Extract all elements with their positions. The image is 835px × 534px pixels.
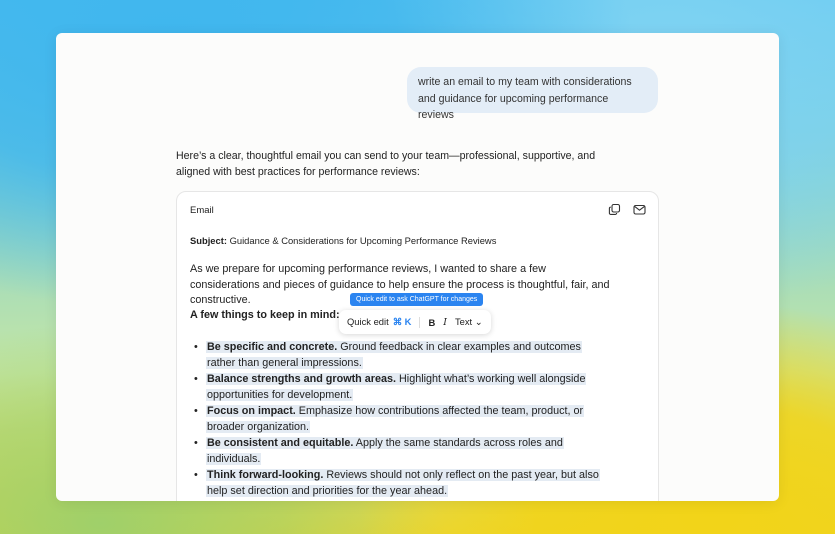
selection-toolbar: Quick edit ⌘ K B I Text ⌄ xyxy=(339,310,491,334)
chat-window: write an email to my team with considera… xyxy=(56,33,779,501)
bullet-bold-text: Be consistent and equitable. xyxy=(207,437,354,449)
assistant-intro-text: Here’s a clear, thoughtful email you can… xyxy=(176,150,596,178)
selected-text[interactable]: Balance strengths and growth areas. High… xyxy=(206,373,587,401)
user-message-text: write an email to my team with considera… xyxy=(418,76,632,121)
toolbar-divider xyxy=(419,316,421,328)
card-actions xyxy=(608,203,646,216)
quick-edit-label: Quick edit xyxy=(347,316,389,327)
bullet-bold-text: Think forward-looking. xyxy=(207,469,324,481)
selected-text[interactable]: Think forward-looking. Reviews should no… xyxy=(206,469,600,497)
list-item: Focus on impact. Emphasize how contribut… xyxy=(190,403,610,435)
bullet-bold-text: Focus on impact. xyxy=(207,405,296,417)
italic-button[interactable]: I xyxy=(443,317,447,328)
quick-edit-tooltip: Quick edit to ask ChatGPT for changes xyxy=(350,293,484,306)
bullet-bold-text: Be specific and concrete. xyxy=(207,341,338,353)
list-item: Balance strengths and growth areas. High… xyxy=(190,371,610,403)
mail-icon[interactable] xyxy=(633,203,646,216)
selected-text[interactable]: Be consistent and equitable. Apply the s… xyxy=(206,437,564,465)
email-canvas-card[interactable]: Email Subject: Guidance & Considerations… xyxy=(176,191,659,501)
list-item: Be specific and concrete. Ground feedbac… xyxy=(190,339,610,371)
list-item: Think forward-looking. Reviews should no… xyxy=(190,467,610,499)
selected-text[interactable]: Be specific and concrete. Ground feedbac… xyxy=(206,341,582,369)
quick-edit-shortcut: ⌘ K xyxy=(392,316,412,327)
bold-button[interactable]: B xyxy=(428,317,435,328)
card-label: Email xyxy=(190,205,214,216)
list-item: Be consistent and equitable. Apply the s… xyxy=(190,435,610,467)
copy-icon[interactable] xyxy=(608,203,621,216)
quick-edit-button[interactable]: Quick edit ⌘ K xyxy=(347,316,411,328)
guidance-list: Be specific and concrete. Ground feedbac… xyxy=(190,339,610,499)
subject-label: Subject: xyxy=(190,235,227,246)
subject-text: Guidance & Considerations for Upcoming P… xyxy=(229,235,497,246)
selected-text[interactable]: Focus on impact. Emphasize how contribut… xyxy=(206,405,585,433)
user-message-bubble: write an email to my team with considera… xyxy=(407,67,658,121)
bullet-bold-text: Balance strengths and growth areas. xyxy=(207,373,396,385)
email-subject: Subject: Guidance & Considerations for U… xyxy=(190,235,496,246)
section-heading: A few things to keep in mind: xyxy=(190,309,340,321)
text-style-dropdown[interactable]: Text ⌄ xyxy=(455,316,483,328)
